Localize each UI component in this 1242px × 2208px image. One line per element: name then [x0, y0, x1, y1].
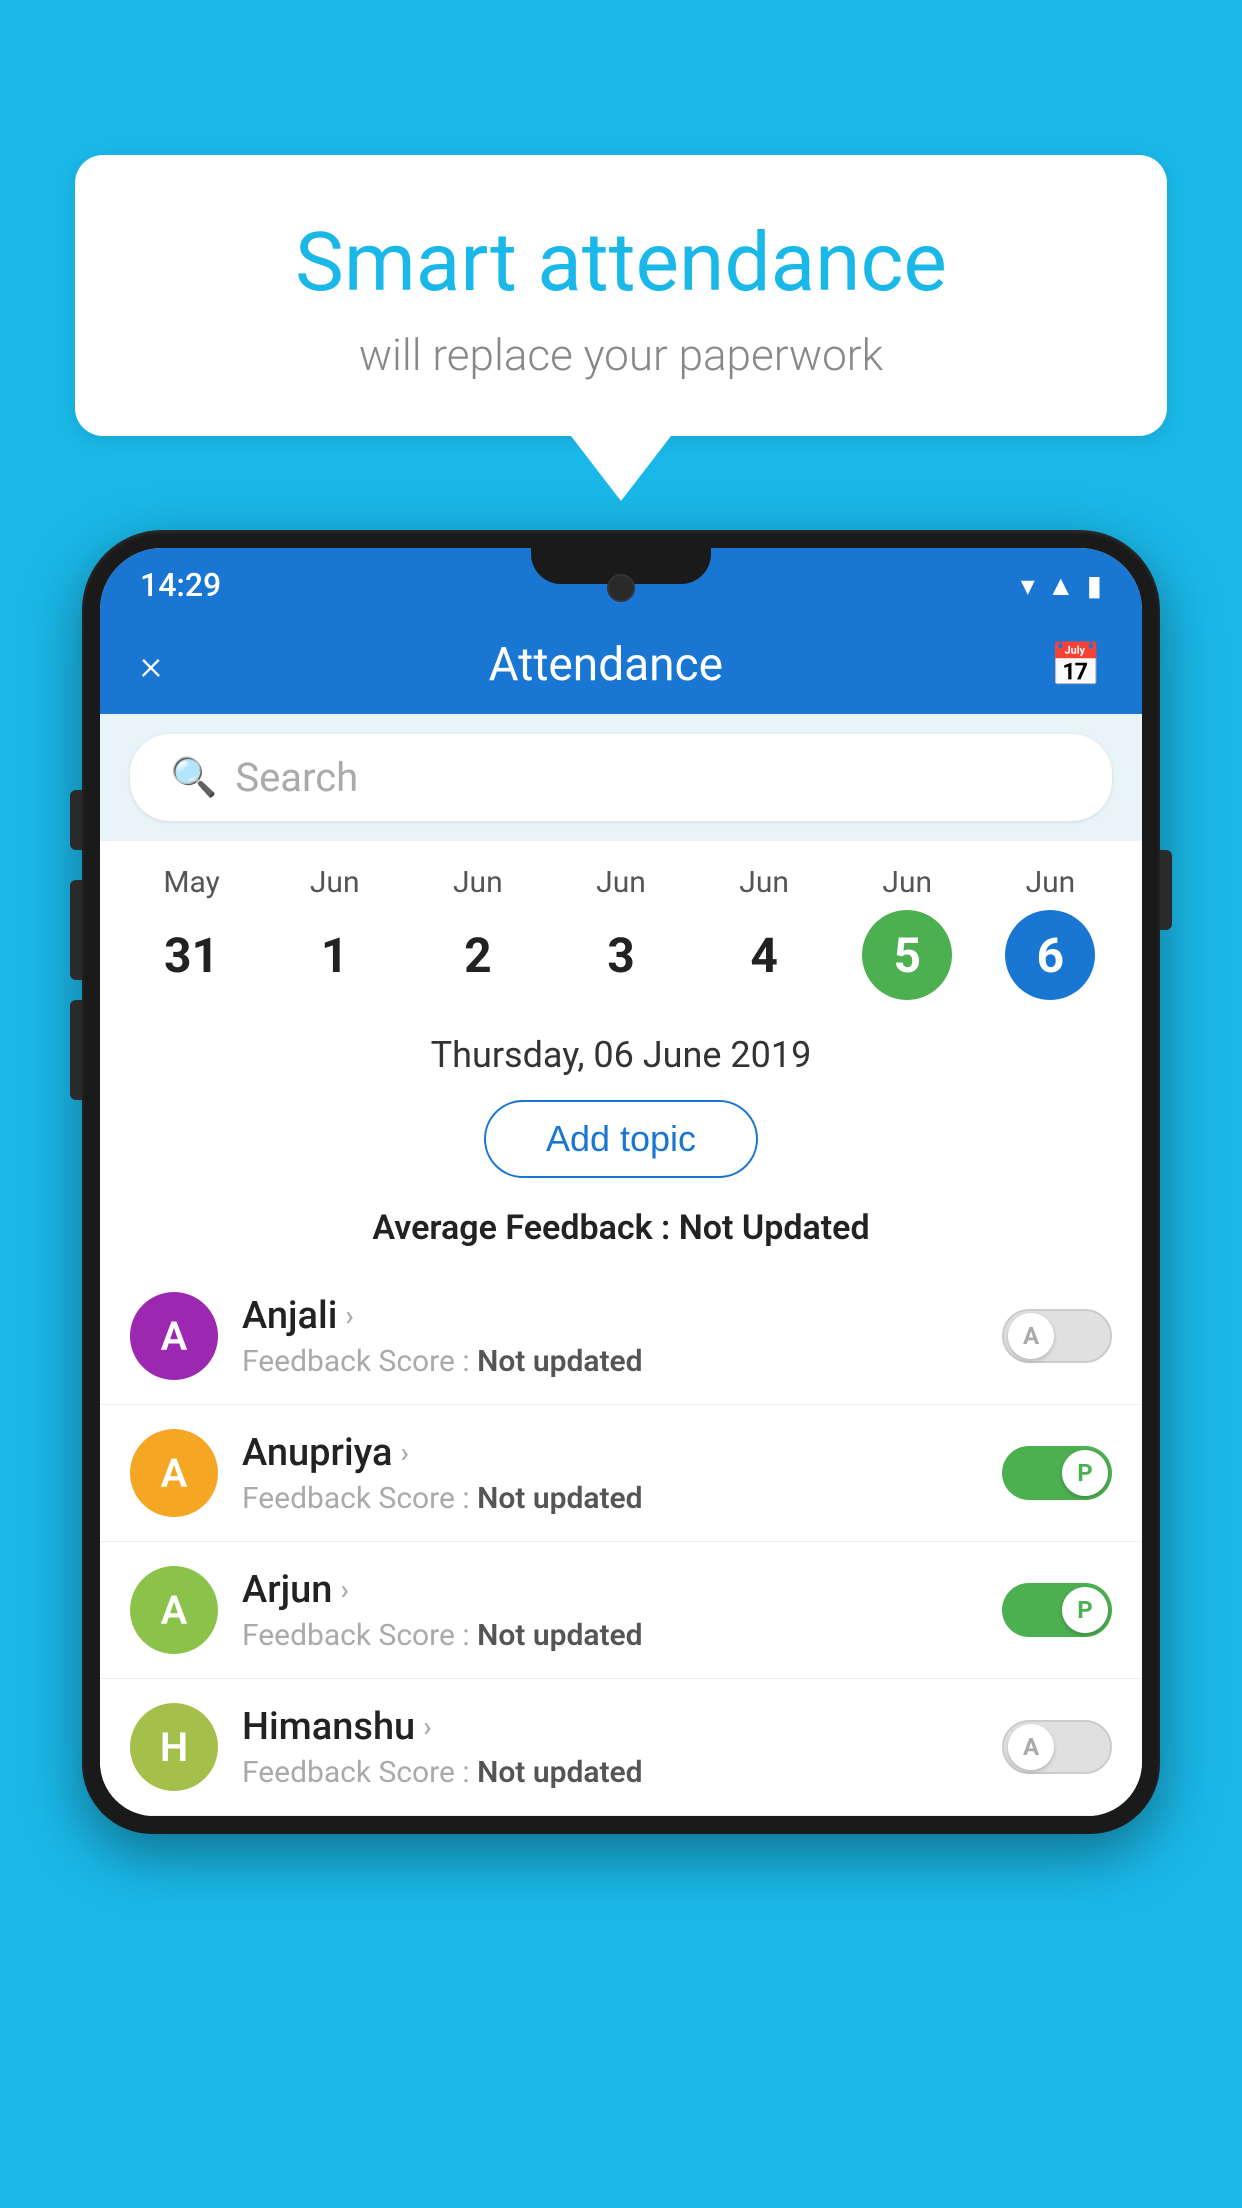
student-name: Himanshu › — [242, 1705, 978, 1749]
avg-feedback: Average Feedback : Not Updated — [100, 1198, 1142, 1268]
student-list: AAnjali ›Feedback Score : Not updatedAAA… — [100, 1268, 1142, 1816]
status-time: 14:29 — [140, 566, 221, 604]
student-name: Anjali › — [242, 1294, 978, 1338]
speech-bubble: Smart attendance will replace your paper… — [75, 155, 1167, 436]
cal-day-number: 5 — [862, 910, 952, 1000]
cal-month-label: Jun — [739, 865, 789, 900]
mute-button — [70, 790, 82, 850]
calendar-day-6[interactable]: Jun 6 — [995, 865, 1105, 1000]
cal-month-label: Jun — [453, 865, 503, 900]
attendance-toggle[interactable]: A — [1002, 1309, 1112, 1363]
calendar-day-31[interactable]: May 31 — [137, 865, 247, 1000]
cal-month-label: May — [163, 865, 219, 900]
speech-bubble-subtitle: will replace your paperwork — [155, 329, 1087, 381]
student-avatar: A — [130, 1566, 218, 1654]
student-item[interactable]: A Arjun › Feedback Score : Not updated P — [100, 1542, 1142, 1679]
search-icon: 🔍 — [170, 756, 217, 800]
speech-bubble-title: Smart attendance — [155, 215, 1087, 311]
search-bar-container: 🔍 Search — [100, 714, 1142, 841]
chevron-right-icon: › — [340, 1573, 348, 1606]
calendar-strip: May 31 Jun 1 Jun 2 Jun 3 Jun 4 Jun 5 Jun 6 — [100, 841, 1142, 1010]
student-feedback: Feedback Score : Not updated — [242, 1481, 978, 1516]
student-feedback: Feedback Score : Not updated — [242, 1755, 978, 1790]
cal-day-number: 2 — [433, 910, 523, 1000]
status-icons: ▾ ▲ ▮ — [1021, 569, 1102, 602]
toggle-thumb: P — [1062, 1450, 1108, 1496]
power-button — [1160, 850, 1172, 930]
student-avatar: H — [130, 1703, 218, 1791]
avg-feedback-value: Not Updated — [679, 1208, 870, 1248]
signal-icon: ▲ — [1047, 569, 1075, 602]
chevron-right-icon: › — [345, 1299, 353, 1332]
selected-date-text: Thursday, 06 June 2019 — [431, 1034, 812, 1076]
add-topic-container: Add topic — [100, 1090, 1142, 1198]
cal-day-number: 1 — [290, 910, 380, 1000]
volume-down-button — [70, 1000, 82, 1100]
chevron-right-icon: › — [400, 1436, 408, 1469]
toggle-thumb: A — [1008, 1313, 1054, 1359]
app-bar-title: Attendance — [489, 638, 723, 692]
student-avatar: A — [130, 1429, 218, 1517]
calendar-day-5[interactable]: Jun 5 — [852, 865, 962, 1000]
student-name: Anupriya › — [242, 1431, 978, 1475]
student-info: Anjali › Feedback Score : Not updated — [242, 1294, 978, 1379]
student-item[interactable]: A Anjali › Feedback Score : Not updated A — [100, 1268, 1142, 1405]
student-info: Arjun › Feedback Score : Not updated — [242, 1568, 978, 1653]
cal-month-label: Jun — [310, 865, 360, 900]
cal-day-number: 31 — [147, 910, 237, 1000]
cal-month-label: Jun — [1026, 865, 1076, 900]
app-bar: × Attendance 📅 — [100, 616, 1142, 714]
avg-feedback-label: Average Feedback : — [372, 1208, 678, 1248]
cal-month-label: Jun — [882, 865, 932, 900]
attendance-toggle[interactable]: P — [1002, 1583, 1112, 1637]
phone-notch — [531, 548, 711, 584]
student-item[interactable]: A Anupriya › Feedback Score : Not updated P — [100, 1405, 1142, 1542]
calendar-day-2[interactable]: Jun 2 — [423, 865, 533, 1000]
student-feedback: Feedback Score : Not updated — [242, 1618, 978, 1653]
calendar-icon[interactable]: 📅 — [1050, 641, 1102, 690]
search-placeholder: Search — [235, 754, 358, 801]
wifi-icon: ▾ — [1021, 569, 1035, 602]
cal-day-number: 3 — [576, 910, 666, 1000]
calendar-day-3[interactable]: Jun 3 — [566, 865, 676, 1000]
cal-month-label: Jun — [596, 865, 646, 900]
cal-day-number: 4 — [719, 910, 809, 1000]
attendance-toggle[interactable]: A — [1002, 1720, 1112, 1774]
student-item[interactable]: H Himanshu › Feedback Score : Not updated A — [100, 1679, 1142, 1816]
phone: 14:29 ▾ ▲ ▮ × Attendance 📅 🔍 Search — [82, 530, 1160, 2208]
search-bar[interactable]: 🔍 Search — [130, 734, 1112, 821]
chevron-right-icon: › — [423, 1710, 431, 1743]
volume-up-button — [70, 880, 82, 980]
calendar-day-1[interactable]: Jun 1 — [280, 865, 390, 1000]
student-avatar: A — [130, 1292, 218, 1380]
battery-icon: ▮ — [1087, 569, 1102, 602]
student-info: Anupriya › Feedback Score : Not updated — [242, 1431, 978, 1516]
toggle-thumb: P — [1062, 1587, 1108, 1633]
student-info: Himanshu › Feedback Score : Not updated — [242, 1705, 978, 1790]
close-button[interactable]: × — [140, 641, 162, 690]
front-camera — [607, 574, 635, 602]
toggle-thumb: A — [1008, 1724, 1054, 1770]
add-topic-button[interactable]: Add topic — [484, 1100, 758, 1178]
speech-bubble-arrow — [571, 436, 671, 501]
speech-bubble-container: Smart attendance will replace your paper… — [75, 155, 1167, 501]
student-feedback: Feedback Score : Not updated — [242, 1344, 978, 1379]
selected-date-area: Thursday, 06 June 2019 — [100, 1010, 1142, 1090]
student-name: Arjun › — [242, 1568, 978, 1612]
phone-outer: 14:29 ▾ ▲ ▮ × Attendance 📅 🔍 Search — [82, 530, 1160, 1834]
calendar-day-4[interactable]: Jun 4 — [709, 865, 819, 1000]
attendance-toggle[interactable]: P — [1002, 1446, 1112, 1500]
phone-screen: 14:29 ▾ ▲ ▮ × Attendance 📅 🔍 Search — [100, 548, 1142, 1816]
cal-day-number: 6 — [1005, 910, 1095, 1000]
